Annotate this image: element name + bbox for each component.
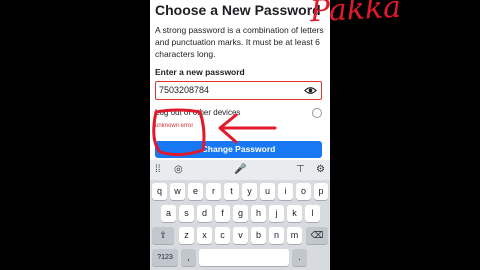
key[interactable]: z <box>179 227 194 244</box>
key[interactable]: e <box>188 183 203 200</box>
keyboard: q w e r t y u i o p a s d f g h j k l ⇧ … <box>150 180 330 270</box>
key[interactable]: o <box>296 183 311 200</box>
error-message: unknown error <box>155 123 194 129</box>
page-title: Choose a New Password <box>155 2 321 18</box>
key[interactable]: t <box>224 183 239 200</box>
key[interactable]: u <box>260 183 275 200</box>
key[interactable]: d <box>197 205 212 222</box>
key[interactable]: j <box>269 205 284 222</box>
toolbar-grid-icon[interactable]: ⁞⁞ <box>155 164 161 176</box>
backspace-icon[interactable]: ⌫ <box>306 227 328 244</box>
key[interactable]: w <box>170 183 185 200</box>
key[interactable]: h <box>251 205 266 222</box>
key[interactable]: l <box>305 205 320 222</box>
key[interactable]: m <box>287 227 302 244</box>
change-password-button[interactable]: Change Password <box>155 141 322 158</box>
key[interactable]: b <box>251 227 266 244</box>
period-key[interactable]: . <box>292 249 307 266</box>
keyboard-toolbar: ⁞⁞ ◎ 🎤 ⊤ ⚙ <box>150 160 330 180</box>
logout-devices-radio[interactable] <box>312 108 322 118</box>
eye-icon[interactable] <box>304 85 317 96</box>
shift-icon[interactable]: ⇧ <box>152 227 174 244</box>
comma-key[interactable]: , <box>181 249 196 266</box>
phone-screen: Choose a New Password A strong password … <box>150 0 330 270</box>
key[interactable]: q <box>152 183 167 200</box>
key[interactable]: c <box>215 227 230 244</box>
key[interactable]: y <box>242 183 257 200</box>
shirt-icon[interactable]: ⊤ <box>296 164 305 176</box>
key[interactable]: f <box>215 205 230 222</box>
space-key[interactable] <box>199 249 289 266</box>
key[interactable]: g <box>233 205 248 222</box>
key[interactable]: i <box>278 183 293 200</box>
password-label: Enter a new password <box>155 67 245 77</box>
globe-icon[interactable]: ◎ <box>174 164 183 176</box>
logout-devices-label: Log out of other devices <box>155 108 241 117</box>
password-description: A strong password is a combination of le… <box>155 25 324 59</box>
settings-icon[interactable]: ⚙ <box>316 164 325 176</box>
password-value: 7503208784 <box>159 85 210 95</box>
key[interactable]: k <box>287 205 302 222</box>
key[interactable]: p <box>314 183 328 200</box>
key[interactable]: x <box>197 227 212 244</box>
key[interactable]: r <box>206 183 221 200</box>
new-password-field[interactable]: 7503208784 <box>155 81 322 100</box>
key[interactable]: a <box>161 205 176 222</box>
key[interactable]: n <box>269 227 284 244</box>
symbols-key[interactable]: ?123 <box>152 249 178 266</box>
key[interactable]: v <box>233 227 248 244</box>
key[interactable]: s <box>179 205 194 222</box>
annotation-handwriting: Pakka <box>309 0 402 30</box>
microphone-icon[interactable]: 🎤 <box>234 164 246 176</box>
